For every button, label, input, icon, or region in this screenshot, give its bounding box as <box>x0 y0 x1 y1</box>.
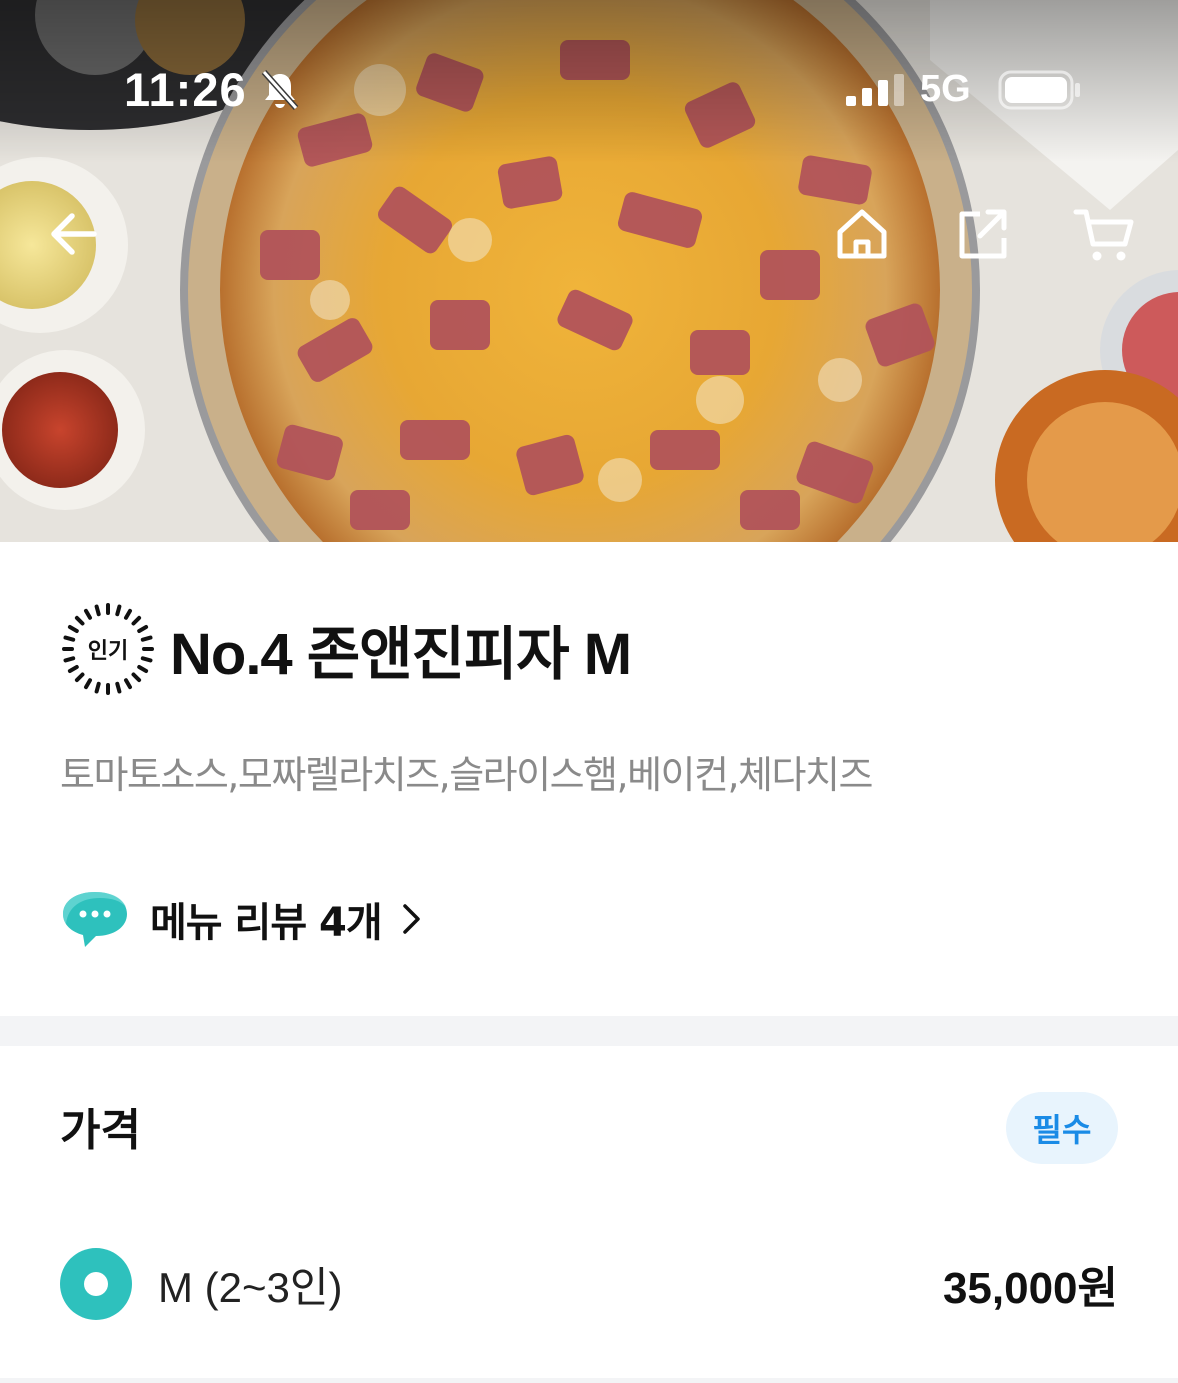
option-price: 35,000원 <box>942 1264 1118 1313</box>
cart-icon <box>1073 209 1134 261</box>
home-button[interactable] <box>824 196 900 272</box>
menu-title: No.4 존앤진피자 M <box>170 622 632 687</box>
signal-icon <box>846 74 904 106</box>
network-type: 5G <box>920 68 971 110</box>
required-badge: 필수 <box>1006 1092 1118 1164</box>
option-label: M (2~3인) <box>158 1263 343 1311</box>
price-section-heading: 가격 <box>60 1105 141 1156</box>
popular-badge-label: 인기 <box>87 639 129 664</box>
menu-review-link[interactable]: 메뉴 리뷰 4개 <box>60 884 424 954</box>
price-option-m[interactable]: M (2~3인) 35,000원 <box>60 1246 1118 1322</box>
bottom-divider <box>0 1378 1178 1383</box>
radio-dot <box>84 1272 108 1296</box>
share-button[interactable] <box>944 196 1020 272</box>
cart-button[interactable] <box>1066 196 1142 272</box>
silent-bell-icon <box>261 70 299 110</box>
menu-hero-image: 11:26 5G <box>0 0 1178 542</box>
menu-review-label: 메뉴 리뷰 4개 <box>150 900 383 946</box>
option-radio-selected[interactable] <box>60 1248 132 1320</box>
status-time: 11:26 <box>124 63 247 116</box>
popular-badge: 인기 <box>60 601 156 697</box>
section-divider <box>0 1016 1178 1046</box>
menu-description: 토마토소스,모짜렐라치즈,슬라이스햄,베이컨,체다치즈 <box>60 753 873 797</box>
home-icon <box>837 209 887 259</box>
chevron-right-icon <box>402 904 420 934</box>
battery-icon <box>998 70 1080 110</box>
share-icon <box>959 209 1007 259</box>
chat-bubble-icon <box>63 892 127 947</box>
back-arrow-icon <box>51 213 97 255</box>
menu-title-row: 인기 No.4 존앤진피자 M <box>60 600 632 698</box>
status-bar: 11:26 5G <box>0 60 1178 120</box>
back-button[interactable] <box>36 196 112 272</box>
